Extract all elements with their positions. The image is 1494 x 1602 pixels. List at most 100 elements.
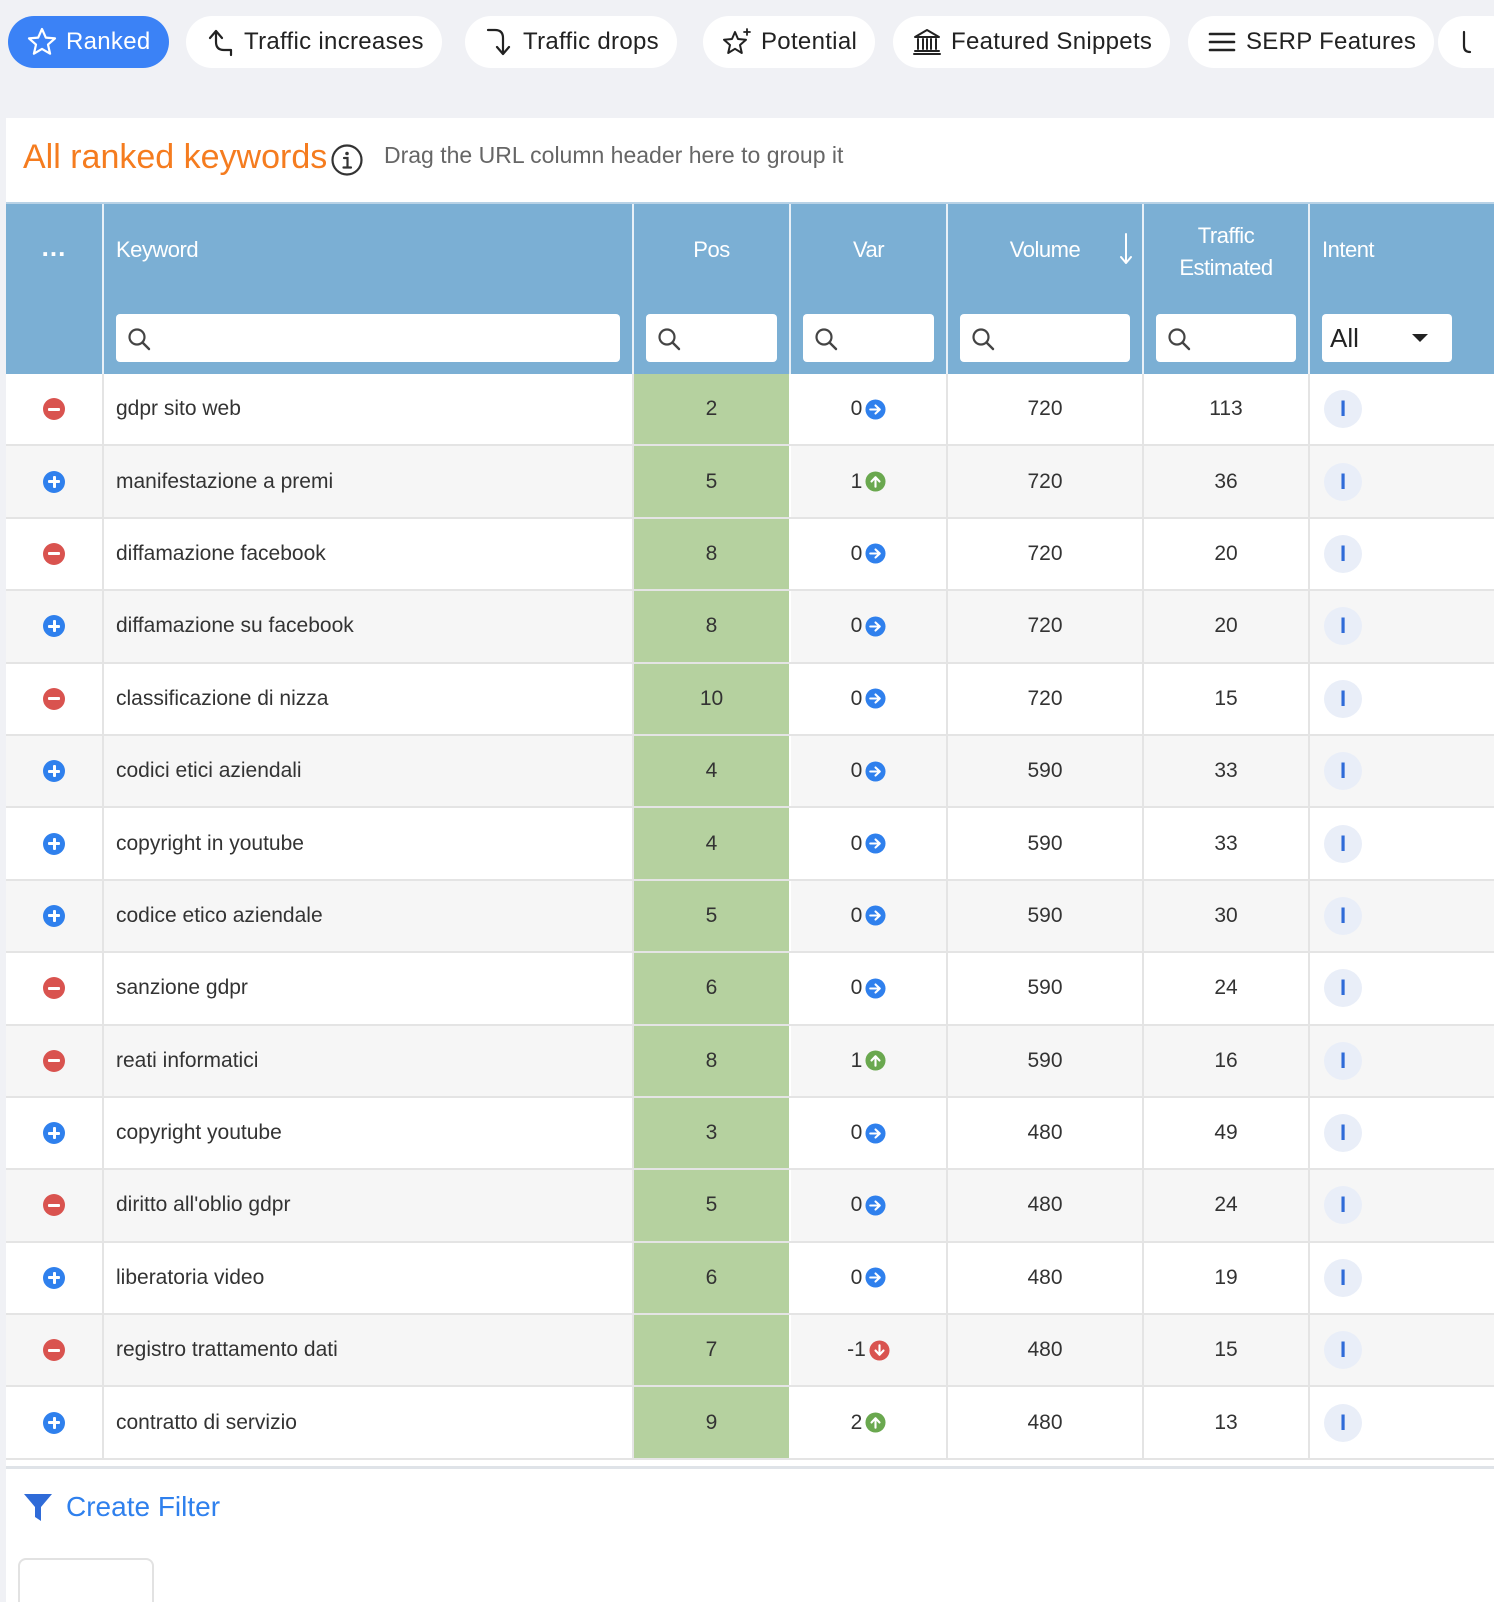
- intent-badge[interactable]: I: [1324, 1258, 1362, 1297]
- intent-badge[interactable]: I: [1324, 752, 1362, 791]
- column-header-pos[interactable]: Pos: [634, 204, 791, 376]
- intent-badge[interactable]: I: [1324, 896, 1362, 935]
- tab-potential[interactable]: Potential: [703, 16, 876, 68]
- remove-keyword-icon[interactable]: [43, 1194, 65, 1217]
- group-by-drop-zone[interactable]: Drag the URL column header here to group…: [384, 142, 843, 169]
- remove-keyword-icon[interactable]: [43, 542, 65, 565]
- keyword-cell[interactable]: sanzione gdpr: [104, 953, 634, 1024]
- remove-keyword-icon[interactable]: [43, 977, 65, 1000]
- column-header-volume[interactable]: Volume: [948, 204, 1144, 376]
- add-keyword-icon[interactable]: [43, 470, 65, 493]
- table-row[interactable]: sanzione gdpr 6 0 590 24 I: [6, 953, 1494, 1026]
- table-row[interactable]: codici etici aziendali 4 0 590 33 I: [6, 735, 1494, 809]
- table-row[interactable]: reati informatici 8 1 590 16 I: [6, 1025, 1494, 1098]
- volume-filter-input[interactable]: [1004, 320, 1122, 356]
- keyword-cell[interactable]: diffamazione su facebook: [104, 591, 634, 662]
- pos-filter[interactable]: [646, 314, 777, 362]
- add-keyword-icon[interactable]: [43, 760, 65, 783]
- position-cell: 5: [634, 1170, 791, 1241]
- intent-badge[interactable]: I: [1324, 679, 1362, 718]
- column-header-traffic-estimated[interactable]: Traffic Estimated: [1144, 204, 1310, 376]
- intent-badge[interactable]: I: [1324, 607, 1362, 646]
- table-row[interactable]: contratto di servizio 9 2 480 13 I: [6, 1387, 1494, 1460]
- intent-filter-select[interactable]: All: [1322, 314, 1452, 362]
- traffic-filter-input[interactable]: [1200, 320, 1288, 356]
- remove-keyword-icon[interactable]: [43, 1339, 65, 1362]
- table-row[interactable]: registro trattamento dati 7 -1 480 15 I: [6, 1315, 1494, 1388]
- tab-traffic-increases[interactable]: Traffic increases: [186, 16, 442, 68]
- keyword-cell[interactable]: gdpr sito web: [104, 374, 634, 445]
- variation-value: 0: [850, 976, 863, 1000]
- keyword-cell[interactable]: manifestazione a premi: [104, 446, 634, 517]
- intent-badge[interactable]: I: [1324, 1041, 1362, 1080]
- intent-badge[interactable]: I: [1324, 1403, 1362, 1442]
- remove-keyword-icon[interactable]: [43, 398, 65, 421]
- keyword-filter[interactable]: [116, 314, 620, 362]
- keyword-cell[interactable]: registro trattamento dati: [104, 1315, 634, 1386]
- table-row[interactable]: codice etico aziendale 5 0 590 30 I: [6, 880, 1494, 954]
- add-keyword-icon[interactable]: [43, 1411, 65, 1434]
- traffic-filter[interactable]: [1156, 314, 1296, 362]
- add-keyword-icon[interactable]: [43, 1122, 65, 1145]
- bank-building-icon: [913, 29, 941, 55]
- var-filter[interactable]: [803, 314, 934, 362]
- intent-badge[interactable]: I: [1324, 390, 1362, 429]
- column-label-keyword: Keyword: [116, 237, 199, 262]
- column-header-actions[interactable]: ...: [6, 204, 104, 376]
- table-row[interactable]: copyright youtube 3 0 480 49 I: [6, 1097, 1494, 1171]
- add-keyword-icon[interactable]: [43, 615, 65, 638]
- tab-more-clipped[interactable]: [1438, 16, 1494, 68]
- intent-badge[interactable]: I: [1324, 534, 1362, 573]
- intent-badge[interactable]: I: [1324, 1186, 1362, 1225]
- tab-serp-features[interactable]: SERP Features: [1188, 16, 1435, 68]
- keyword-cell[interactable]: diritto all'oblio gdpr: [104, 1170, 634, 1241]
- table-row[interactable]: copyright in youtube 4 0 590 33 I: [6, 808, 1494, 881]
- keyword-cell[interactable]: codici etici aziendali: [104, 735, 634, 807]
- keyword-cell[interactable]: codice etico aziendale: [104, 880, 634, 952]
- column-header-var[interactable]: Var: [791, 204, 948, 376]
- sparkle-star-icon: [723, 28, 751, 54]
- variation-value: 0: [850, 1121, 863, 1145]
- intent-filter-value: All: [1330, 323, 1359, 353]
- var-filter-input[interactable]: [847, 320, 926, 356]
- bottom-control[interactable]: [18, 1558, 154, 1602]
- table-row[interactable]: diffamazione facebook 8 0 720 20 I: [6, 518, 1494, 592]
- keyword-cell[interactable]: contratto di servizio: [104, 1387, 634, 1458]
- column-header-intent[interactable]: Intent All: [1310, 204, 1494, 376]
- table-row[interactable]: gdpr sito web 2 0 720 113 I: [6, 374, 1494, 447]
- pos-filter-input[interactable]: [690, 320, 769, 356]
- column-header-keyword[interactable]: Keyword: [104, 204, 634, 376]
- tab-featured-snippets[interactable]: Featured Snippets: [893, 16, 1171, 68]
- keyword-cell[interactable]: copyright in youtube: [104, 808, 634, 879]
- table-row[interactable]: manifestazione a premi 5 1 720 36 I: [6, 446, 1494, 519]
- column-menu-dots[interactable]: ...: [6, 232, 102, 263]
- keyword-cell[interactable]: copyright youtube: [104, 1097, 634, 1169]
- remove-keyword-icon[interactable]: [43, 1049, 65, 1072]
- intent-badge[interactable]: I: [1324, 969, 1362, 1008]
- intent-badge[interactable]: I: [1324, 1331, 1362, 1370]
- intent-badge[interactable]: I: [1324, 824, 1362, 863]
- table-row[interactable]: diritto all'oblio gdpr 5 0 480 24 I: [6, 1170, 1494, 1243]
- sort-descending-icon[interactable]: [1118, 232, 1134, 266]
- tab-ranked[interactable]: Ranked: [8, 16, 169, 68]
- add-keyword-icon[interactable]: [43, 1266, 65, 1289]
- keyword-filter-input[interactable]: [160, 320, 612, 356]
- intent-badge[interactable]: I: [1324, 462, 1362, 501]
- info-icon[interactable]: [330, 143, 364, 177]
- keyword-cell[interactable]: reati informatici: [104, 1025, 634, 1096]
- table-row[interactable]: classificazione di nizza 10 0 720 15 I: [6, 663, 1494, 736]
- add-keyword-icon[interactable]: [43, 904, 65, 927]
- table-row[interactable]: liberatoria video 6 0 480 19 I: [6, 1242, 1494, 1316]
- keyword-cell[interactable]: liberatoria video: [104, 1242, 634, 1314]
- volume-filter[interactable]: [960, 314, 1130, 362]
- keyword-cell[interactable]: diffamazione facebook: [104, 518, 634, 590]
- create-filter-button[interactable]: Create Filter: [22, 1491, 220, 1523]
- intent-badge[interactable]: I: [1324, 1114, 1362, 1153]
- tab-traffic-drops[interactable]: Traffic drops: [465, 16, 677, 68]
- intent-cell: I: [1310, 1170, 1494, 1240]
- table-row[interactable]: diffamazione su facebook 8 0 720 20 I: [6, 591, 1494, 664]
- row-toggle-cell: [6, 1315, 104, 1386]
- keyword-cell[interactable]: classificazione di nizza: [104, 663, 634, 734]
- add-keyword-icon[interactable]: [43, 832, 65, 855]
- remove-keyword-icon[interactable]: [43, 687, 65, 710]
